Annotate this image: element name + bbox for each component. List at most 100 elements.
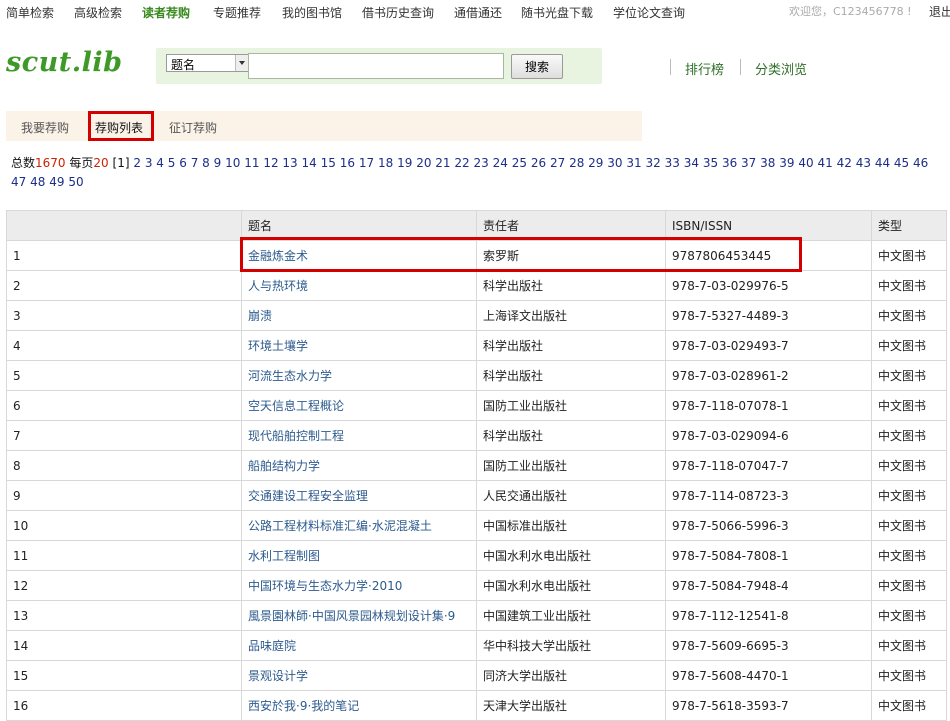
- title-cell: 空天信息工程概论: [241, 390, 477, 421]
- row-number: 12: [6, 570, 242, 601]
- search-input[interactable]: [248, 53, 504, 79]
- page-link[interactable]: 13: [282, 156, 297, 170]
- page-link[interactable]: 20: [416, 156, 431, 170]
- book-title-link[interactable]: 崩溃: [248, 309, 272, 323]
- row-number: 2: [6, 270, 242, 301]
- book-title-link[interactable]: 现代船舶控制工程: [248, 429, 344, 443]
- book-title-link[interactable]: 公路工程材料标准汇编·水泥混凝土: [248, 519, 432, 533]
- header-link-separator: [670, 59, 671, 75]
- book-title-link[interactable]: 西安於我·9·我的笔记: [248, 699, 359, 713]
- page-link[interactable]: 34: [684, 156, 699, 170]
- author-cell: 中国水利水电出版社: [476, 540, 666, 571]
- page-link[interactable]: 49: [49, 175, 64, 189]
- welcome-text: 欢迎您，C123456778 !: [789, 5, 912, 18]
- book-title-link[interactable]: 中国环境与生态水力学·2010: [248, 579, 402, 593]
- category-browse-link[interactable]: 分类浏览: [755, 59, 807, 78]
- page-link[interactable]: 33: [665, 156, 680, 170]
- nav-reader-recommend[interactable]: 读者荐购: [142, 4, 190, 21]
- page-link[interactable]: 48: [30, 175, 45, 189]
- page-link[interactable]: 7: [191, 156, 199, 170]
- book-title-link[interactable]: 空天信息工程概论: [248, 399, 344, 413]
- page-link[interactable]: 37: [741, 156, 756, 170]
- nav-topic-recommend[interactable]: 专题推荐: [213, 4, 261, 21]
- page-link[interactable]: 10: [225, 156, 240, 170]
- search-field-select[interactable]: 题名: [166, 54, 250, 72]
- page-link[interactable]: 6: [179, 156, 187, 170]
- page-link[interactable]: 40: [798, 156, 813, 170]
- book-title-link[interactable]: 交通建设工程安全监理: [248, 489, 368, 503]
- page-link[interactable]: 43: [856, 156, 871, 170]
- page-link[interactable]: 47: [11, 175, 26, 189]
- page-link[interactable]: 2: [133, 156, 141, 170]
- tab-recommend[interactable]: 我要荐购: [21, 119, 69, 136]
- ranking-link[interactable]: 排行榜: [685, 59, 724, 78]
- book-title-link[interactable]: 船舶结构力学: [248, 459, 320, 473]
- page-link[interactable]: 14: [302, 156, 317, 170]
- nav-my-library[interactable]: 我的图书馆: [282, 4, 342, 21]
- page-link[interactable]: 21: [435, 156, 450, 170]
- tab-subscribe-recommend[interactable]: 征订荐购: [169, 119, 217, 136]
- title-cell: 西安於我·9·我的笔记: [241, 690, 477, 721]
- page-link[interactable]: 22: [454, 156, 469, 170]
- page-link[interactable]: 26: [531, 156, 546, 170]
- book-title-link[interactable]: 河流生态水力学: [248, 369, 332, 383]
- page-link[interactable]: 31: [626, 156, 641, 170]
- author-cell: 国防工业出版社: [476, 450, 666, 481]
- nav-advanced-search[interactable]: 高级检索: [74, 4, 122, 21]
- book-title-link[interactable]: 風景園林師·中国风景园林规划设计集·9: [248, 609, 455, 623]
- isbn-cell: 978-7-03-029976-5: [665, 270, 872, 301]
- book-title-link[interactable]: 景观设计学: [248, 669, 308, 683]
- table-row: 6 空天信息工程概论 国防工业出版社 978-7-118-07078-1 中文图书: [6, 390, 947, 421]
- page-link[interactable]: 16: [340, 156, 355, 170]
- sub-tabs: 我要荐购 荐购列表 征订荐购: [6, 111, 642, 141]
- page-link[interactable]: 9: [214, 156, 222, 170]
- page-link[interactable]: 29: [588, 156, 603, 170]
- page-link[interactable]: 12: [263, 156, 278, 170]
- nav-thesis-search[interactable]: 学位论文查询: [613, 4, 685, 21]
- page-link[interactable]: 8: [202, 156, 210, 170]
- page-link[interactable]: 18: [378, 156, 393, 170]
- page-link[interactable]: 17: [359, 156, 374, 170]
- page-link[interactable]: 42: [837, 156, 852, 170]
- book-title-link[interactable]: 水利工程制图: [248, 549, 320, 563]
- title-cell: 船舶结构力学: [241, 450, 477, 481]
- page-link[interactable]: 3: [145, 156, 153, 170]
- page-link[interactable]: 41: [817, 156, 832, 170]
- search-button[interactable]: 搜索: [511, 54, 563, 79]
- type-cell: 中文图书: [871, 600, 947, 631]
- page-link[interactable]: 30: [607, 156, 622, 170]
- page-link[interactable]: 28: [569, 156, 584, 170]
- book-title-link[interactable]: 金融炼金术: [248, 249, 308, 263]
- page-link[interactable]: 44: [875, 156, 890, 170]
- page-link[interactable]: 4: [156, 156, 164, 170]
- site-logo[interactable]: scut.lib: [6, 47, 123, 78]
- header-link-separator: [740, 59, 741, 75]
- page-link[interactable]: 24: [493, 156, 508, 170]
- page-link[interactable]: 38: [760, 156, 775, 170]
- page-link[interactable]: 23: [474, 156, 489, 170]
- page-link[interactable]: 36: [722, 156, 737, 170]
- chevron-down-icon[interactable]: [235, 55, 249, 71]
- nav-borrow-history[interactable]: 借书历史查询: [362, 4, 434, 21]
- page-link[interactable]: 25: [512, 156, 527, 170]
- page-link[interactable]: 45: [894, 156, 909, 170]
- nav-cd-download[interactable]: 随书光盘下载: [521, 4, 593, 21]
- author-cell: 中国标准出版社: [476, 510, 666, 541]
- tab-recommend-list[interactable]: 荐购列表: [95, 119, 143, 136]
- page-link[interactable]: 35: [703, 156, 718, 170]
- page-link[interactable]: 50: [68, 175, 83, 189]
- logout-link[interactable]: 退出: [929, 3, 950, 20]
- page-link[interactable]: 15: [321, 156, 336, 170]
- nav-interlibrary[interactable]: 通借通还: [454, 4, 502, 21]
- book-title-link[interactable]: 环境土壤学: [248, 339, 308, 353]
- book-title-link[interactable]: 品味庭院: [248, 639, 296, 653]
- page-link[interactable]: 27: [550, 156, 565, 170]
- book-title-link[interactable]: 人与热环境: [248, 279, 308, 293]
- page-link[interactable]: 5: [168, 156, 176, 170]
- page-link[interactable]: 19: [397, 156, 412, 170]
- nav-simple-search[interactable]: 简单检索: [6, 4, 54, 21]
- page-link[interactable]: 11: [244, 156, 259, 170]
- page-link[interactable]: 32: [646, 156, 661, 170]
- page-link[interactable]: 46: [913, 156, 928, 170]
- page-link[interactable]: 39: [779, 156, 794, 170]
